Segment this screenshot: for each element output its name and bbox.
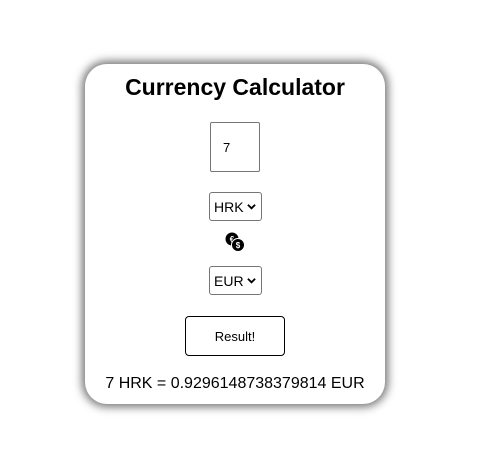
chevron-down-icon [247, 204, 256, 210]
result-button[interactable]: Result! [185, 316, 285, 356]
to-currency-select[interactable]: EUR [209, 266, 262, 295]
amount-input[interactable] [210, 122, 260, 172]
to-currency-value: EUR [214, 272, 244, 289]
currency-exchange-icon[interactable]: € $ [224, 231, 246, 253]
conversion-result: 7 HRK = 0.9296148738379814 EUR [105, 375, 365, 392]
chevron-down-icon [247, 278, 256, 284]
svg-text:$: $ [236, 241, 241, 250]
calculator-title: Currency Calculator [125, 74, 345, 100]
from-currency-select[interactable]: HRK [209, 192, 262, 221]
calculator-card: Currency Calculator HRK € $ EUR Result! … [85, 64, 385, 404]
from-currency-value: HRK [214, 198, 244, 215]
